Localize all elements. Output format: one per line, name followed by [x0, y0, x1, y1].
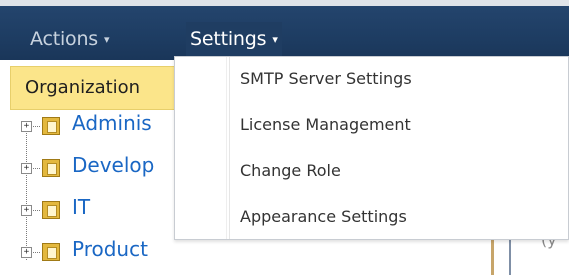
folder-icon — [42, 243, 60, 261]
folder-icon — [42, 201, 60, 219]
tree-node-label[interactable]: Develop — [72, 153, 154, 177]
tree-node-label[interactable]: IT — [72, 195, 90, 219]
content-divider — [509, 235, 511, 275]
expand-icon[interactable]: + — [21, 247, 32, 258]
folder-icon — [42, 159, 60, 177]
organization-header-label: Organization — [25, 77, 141, 98]
tree-connector — [33, 210, 40, 211]
tree-connector — [26, 128, 27, 260]
settings-dropdown-menu: SMTP Server Settings License Management … — [174, 56, 569, 240]
settings-menu-button[interactable]: Settings ▾ — [186, 22, 282, 56]
top-menu-bar: Actions ▾ Settings ▾ — [0, 0, 569, 60]
content-divider — [491, 235, 494, 275]
tree-connector — [33, 126, 40, 127]
organization-header[interactable]: Organization — [10, 66, 178, 110]
chevron-down-icon: ▾ — [272, 33, 278, 46]
menu-item-appearance-settings[interactable]: Appearance Settings — [230, 195, 568, 239]
tree-node-label[interactable]: Product — [72, 237, 148, 261]
top-edge — [0, 0, 569, 6]
actions-menu-label: Actions — [30, 28, 99, 50]
chevron-down-icon: ▾ — [104, 33, 110, 46]
expand-icon[interactable]: + — [21, 121, 32, 132]
menu-item-change-role[interactable]: Change Role — [230, 149, 568, 193]
expand-icon[interactable]: + — [21, 205, 32, 216]
menu-item-license-management[interactable]: License Management — [230, 103, 568, 147]
tree-node-label[interactable]: Adminis — [72, 111, 152, 135]
tree-connector — [33, 168, 40, 169]
expand-icon[interactable]: + — [21, 163, 32, 174]
settings-menu-label: Settings — [190, 28, 267, 50]
menu-item-smtp-server-settings[interactable]: SMTP Server Settings — [230, 57, 568, 101]
tree-connector — [33, 252, 40, 253]
actions-menu-button[interactable]: Actions ▾ — [30, 22, 110, 56]
menu-gutter-separator — [226, 57, 227, 239]
folder-icon — [42, 117, 60, 135]
menu-icon-gutter — [175, 57, 230, 239]
organization-panel: Organization + Adminis + Develop + IT + … — [0, 60, 178, 275]
